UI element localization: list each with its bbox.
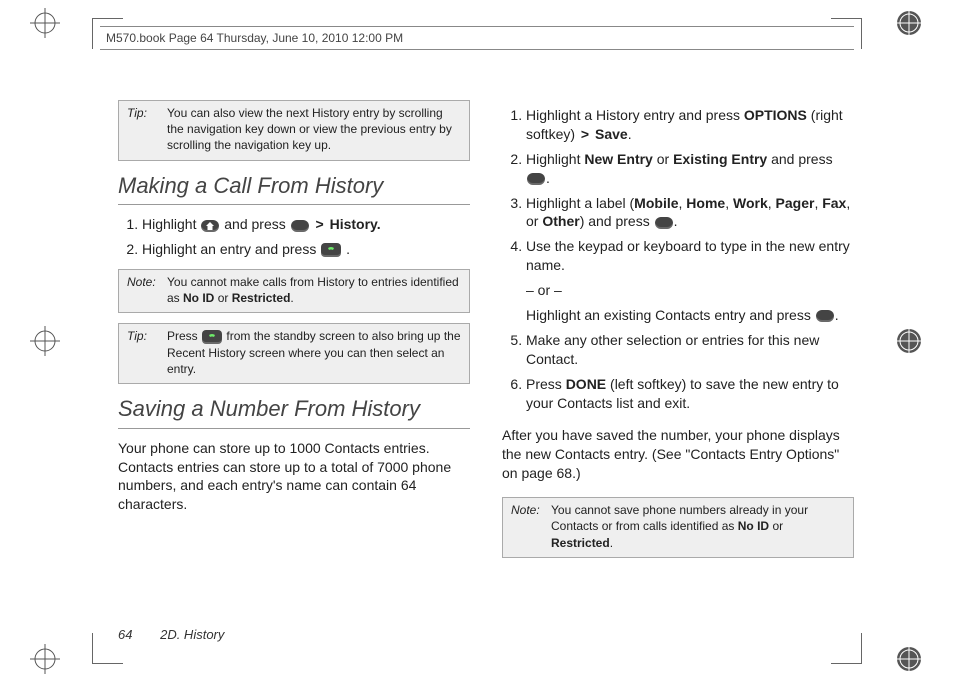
registration-mark-icon <box>30 8 60 38</box>
section-heading: Saving a Number From History <box>118 394 470 429</box>
step-text: , <box>725 195 733 211</box>
note-bold: Restricted <box>551 536 610 550</box>
step-text: Highlight a History entry and press <box>526 107 744 123</box>
step-bold: Existing Entry <box>673 151 767 167</box>
step-bold: Fax <box>822 195 846 211</box>
step-bold: DONE <box>566 376 606 392</box>
step-text: . <box>546 170 550 186</box>
step-text: . <box>628 126 632 142</box>
registration-mark-icon <box>894 644 924 674</box>
instruction-step: Highlight a History entry and press OPTI… <box>526 106 854 144</box>
step-text: Highlight <box>142 216 200 232</box>
call-key-icon <box>321 243 341 257</box>
page-number: 64 <box>118 627 132 642</box>
step-text: , <box>768 195 776 211</box>
step-text: Highlight an existing Contacts entry and… <box>526 307 815 323</box>
instruction-list: Highlight a History entry and press OPTI… <box>502 106 854 412</box>
step-text: and press <box>771 151 832 167</box>
tip-box: Tip: You can also view the next History … <box>118 100 470 161</box>
step-bold: Other <box>542 213 579 229</box>
tip-label: Tip: <box>127 328 161 377</box>
step-bold: Work <box>733 195 768 211</box>
step-text: . <box>674 213 678 229</box>
chevron-right-icon: > <box>316 216 324 232</box>
left-column: Tip: You can also view the next History … <box>118 100 470 612</box>
instruction-step: Use the keypad or keyboard to type in th… <box>526 237 854 325</box>
step-text: and press <box>224 216 289 232</box>
registration-mark-icon <box>894 8 924 38</box>
note-label: Note: <box>127 274 161 306</box>
note-text: or <box>772 519 783 533</box>
right-column: Highlight a History entry and press OPTI… <box>502 100 854 612</box>
step-text: . <box>346 241 350 257</box>
tip-box: Tip: Press from the standby screen to al… <box>118 323 470 384</box>
footer-section: 2D. History <box>160 627 224 642</box>
instruction-step: Highlight a label (Mobile, Home, Work, P… <box>526 194 854 232</box>
file-stamp-text: M570.book Page 64 Thursday, June 10, 201… <box>106 31 403 45</box>
document-page: M570.book Page 64 Thursday, June 10, 201… <box>0 0 954 682</box>
step-bold: Save <box>595 126 628 142</box>
note-box: Note: You cannot make calls from History… <box>118 269 470 313</box>
step-text: Highlight <box>526 151 584 167</box>
step-link: History. <box>330 216 381 232</box>
step-text: or <box>657 151 673 167</box>
content-columns: Tip: You can also view the next History … <box>118 100 854 612</box>
step-bold: New Entry <box>584 151 652 167</box>
chevron-right-icon: > <box>581 126 589 142</box>
tip-label: Tip: <box>127 105 161 154</box>
page-footer: 64 2D. History <box>118 627 224 642</box>
registration-mark-icon <box>30 644 60 674</box>
note-body: You cannot make calls from History to en… <box>167 274 461 306</box>
header-file-stamp: M570.book Page 64 Thursday, June 10, 201… <box>100 26 854 50</box>
ok-key-icon <box>816 310 834 322</box>
step-text: Press <box>526 376 566 392</box>
note-box: Note: You cannot save phone numbers alre… <box>502 497 854 558</box>
note-bold: No ID <box>738 519 769 533</box>
crop-mark-icon <box>831 633 862 664</box>
note-text: . <box>290 291 293 305</box>
note-body: You cannot save phone numbers already in… <box>551 502 845 551</box>
instruction-list: Highlight and press > History. Highlight… <box>118 215 470 259</box>
step-bold: Home <box>686 195 725 211</box>
note-label: Note: <box>511 502 545 551</box>
step-alternative: – or – <box>526 281 854 300</box>
paragraph: After you have saved the number, your ph… <box>502 426 854 483</box>
step-text: Use the keypad or keyboard to type in th… <box>526 238 850 273</box>
step-bold: Pager <box>776 195 815 211</box>
instruction-step: Highlight and press > History. <box>142 215 470 234</box>
registration-mark-icon <box>894 326 924 356</box>
tip-body: Press from the standby screen to also br… <box>167 328 461 377</box>
step-text: ) and press <box>580 213 654 229</box>
note-bold: No ID <box>183 291 214 305</box>
registration-mark-icon <box>30 326 60 356</box>
instruction-step: Highlight New Entry or Existing Entry an… <box>526 150 854 188</box>
step-text: . <box>835 307 839 323</box>
call-key-icon <box>202 330 222 344</box>
step-alternative-line: Highlight an existing Contacts entry and… <box>526 306 854 325</box>
step-text: Highlight a label ( <box>526 195 634 211</box>
tip-text: Press <box>167 329 201 343</box>
ok-key-icon <box>291 220 309 232</box>
instruction-step: Press DONE (left softkey) to save the ne… <box>526 375 854 413</box>
note-text: or <box>218 291 232 305</box>
paragraph: Your phone can store up to 1000 Contacts… <box>118 439 470 515</box>
ok-key-icon <box>527 173 545 185</box>
note-text: . <box>610 536 613 550</box>
note-bold: Restricted <box>232 291 291 305</box>
tip-body: You can also view the next History entry… <box>167 105 461 154</box>
instruction-step: Make any other selection or entries for … <box>526 331 854 369</box>
instruction-step: Highlight an entry and press . <box>142 240 470 259</box>
ok-key-icon <box>655 217 673 229</box>
step-bold: Mobile <box>634 195 678 211</box>
home-key-icon <box>201 220 219 232</box>
step-text: Highlight an entry and press <box>142 241 320 257</box>
step-bold: OPTIONS <box>744 107 807 123</box>
note-text: You cannot save phone numbers already in… <box>551 503 808 533</box>
section-heading: Making a Call From History <box>118 171 470 206</box>
